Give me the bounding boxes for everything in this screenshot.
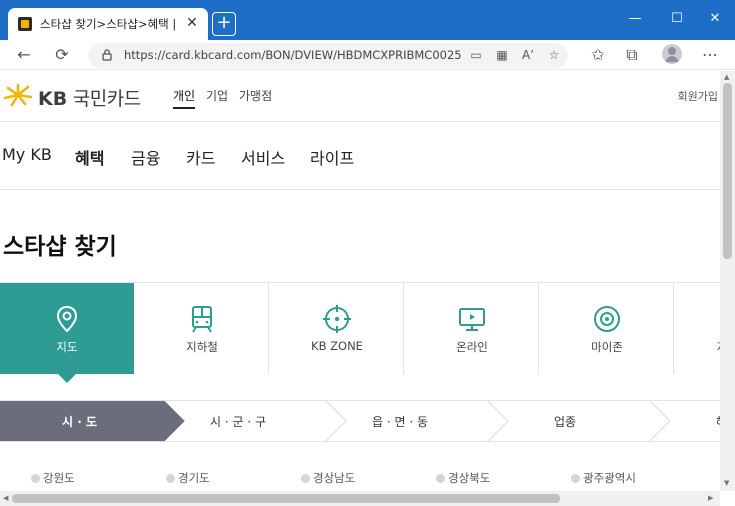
tab-close-icon[interactable]: ✕ bbox=[182, 13, 202, 33]
region-option-gyeonggi[interactable]: 경기도 bbox=[166, 470, 210, 486]
step-business-type-label: 업종 bbox=[554, 415, 577, 429]
qr-code-icon[interactable]: ▦ bbox=[494, 46, 510, 64]
favorites-icon[interactable]: ✩ bbox=[586, 43, 610, 67]
horizontal-scroll-thumb[interactable] bbox=[12, 494, 560, 503]
scroll-right-icon[interactable]: ▶ bbox=[708, 494, 713, 502]
segment-merchant[interactable]: 가맹점 bbox=[239, 87, 272, 104]
page-title: 스타샵 찾기 bbox=[3, 234, 117, 260]
location-step-navigator: 시 · 도 시 · 군 · 구 읍 · 면 · 동 업종 혜 bbox=[0, 400, 720, 442]
step-city[interactable]: 시 · 군 · 구 bbox=[184, 400, 325, 442]
segment-personal[interactable]: 개인 bbox=[173, 87, 196, 109]
vertical-scroll-thumb[interactable] bbox=[723, 83, 732, 259]
menu-my-kb[interactable]: My KB bbox=[2, 145, 52, 164]
read-aloud-icon[interactable]: Aʼ bbox=[520, 46, 536, 64]
segment-business[interactable]: 기업 bbox=[206, 87, 228, 104]
tab-more[interactable]: 지 bbox=[675, 283, 720, 374]
new-tab-button[interactable]: + bbox=[212, 12, 236, 36]
step-province-label: 시 · 도 bbox=[62, 415, 97, 429]
scroll-left-icon[interactable]: ◀ bbox=[3, 494, 8, 502]
browser-toolbar: ← ⟳ https://card.kbcard.com/BON/DVIEW/HB… bbox=[0, 40, 735, 70]
step-business-type[interactable]: 업종 bbox=[508, 400, 649, 442]
subway-icon bbox=[192, 306, 212, 333]
tab-kb-zone-label: KB ZONE bbox=[311, 339, 363, 353]
tab-my-zone-label: 마이존 bbox=[591, 340, 623, 354]
tab-my-zone[interactable]: 마이존 bbox=[540, 283, 674, 374]
region-option-gyeongbuk[interactable]: 경상북도 bbox=[436, 470, 490, 486]
add-favorite-icon[interactable]: ☆ bbox=[546, 46, 562, 64]
tab-map[interactable]: 지도 bbox=[0, 283, 134, 383]
step-benefit[interactable]: 혜 bbox=[670, 400, 720, 442]
close-window-button[interactable]: ✕ bbox=[700, 8, 730, 30]
menu-finance[interactable]: 금융 bbox=[131, 145, 160, 169]
scroll-down-icon[interactable]: ▼ bbox=[724, 479, 729, 487]
refresh-icon[interactable]: ⟳ bbox=[50, 43, 74, 67]
tab-more-label: 지 bbox=[655, 339, 720, 355]
scroll-up-icon[interactable]: ▲ bbox=[724, 73, 729, 81]
search-category-tabs: 지도 지하철 KB ZONE 온라인 마이존 bbox=[0, 282, 720, 383]
kb-favicon-icon bbox=[18, 17, 32, 31]
browser-tab[interactable]: 스타샵 찾기>스타샵>혜택 | 국민카드 ✕ bbox=[8, 8, 208, 40]
web-page: KB 국민카드 개인 기업 가맹점 회원가입 My KB 혜택 금융 카드 서비… bbox=[0, 71, 720, 491]
horizontal-scrollbar[interactable]: ◀ ▶ bbox=[0, 491, 720, 506]
maximize-button[interactable]: ☐ bbox=[662, 8, 692, 30]
tab-online[interactable]: 온라인 bbox=[405, 283, 539, 374]
map-pin-icon bbox=[56, 305, 78, 333]
menu-life[interactable]: 라이프 bbox=[310, 145, 354, 169]
menu-service[interactable]: 서비스 bbox=[241, 145, 285, 169]
step-province[interactable]: 시 · 도 bbox=[0, 400, 163, 442]
lock-icon bbox=[102, 49, 112, 61]
tab-title: 스타샵 찾기>스타샵>혜택 | 국민카드 bbox=[40, 17, 180, 31]
collections-icon[interactable]: ⧉ bbox=[620, 43, 644, 67]
step-town-label: 읍 · 면 · 동 bbox=[372, 415, 429, 429]
browser-titlebar: 스타샵 찾기>스타샵>혜택 | 국민카드 ✕ + — ☐ ✕ bbox=[0, 0, 735, 40]
region-option-gyeongnam[interactable]: 경상남도 bbox=[301, 470, 355, 486]
tab-online-label: 온라인 bbox=[456, 340, 488, 354]
main-menu: My KB 혜택 금융 카드 서비스 라이프 bbox=[0, 123, 720, 190]
target-icon bbox=[323, 305, 351, 333]
menu-card[interactable]: 카드 bbox=[186, 145, 215, 169]
region-option-gwangju[interactable]: 광주광역시 bbox=[571, 470, 636, 486]
step-city-label: 시 · 군 · 구 bbox=[210, 415, 267, 429]
more-options-icon[interactable]: ⋯ bbox=[698, 43, 722, 67]
minimize-button[interactable]: — bbox=[620, 8, 650, 30]
url-text: https://card.kbcard.com/BON/DVIEW/HBDMCX… bbox=[124, 48, 462, 62]
my-zone-icon bbox=[594, 306, 620, 332]
kb-star-logo-icon[interactable] bbox=[2, 83, 34, 107]
signup-link[interactable]: 회원가입 bbox=[678, 88, 718, 104]
menu-benefits[interactable]: 혜택 bbox=[72, 145, 107, 169]
tab-map-label: 지도 bbox=[56, 340, 78, 354]
step-town[interactable]: 읍 · 면 · 동 bbox=[346, 400, 487, 442]
monitor-icon bbox=[459, 308, 485, 331]
kb-card-logo[interactable]: KB 국민카드 bbox=[38, 84, 141, 111]
region-radio-list: 강원도 경기도 경상남도 경상북도 광주광역시 bbox=[0, 466, 720, 490]
tab-subway-label: 지하철 bbox=[186, 340, 218, 354]
tab-subway[interactable]: 지하철 bbox=[135, 283, 269, 374]
region-option-gangwon[interactable]: 강원도 bbox=[31, 470, 75, 486]
tab-kb-zone[interactable]: KB ZONE bbox=[270, 283, 404, 374]
top-navigation: KB 국민카드 개인 기업 가맹점 회원가입 bbox=[0, 71, 720, 122]
back-arrow-icon[interactable]: ← bbox=[12, 43, 36, 67]
address-bar[interactable]: https://card.kbcard.com/BON/DVIEW/HBDMCX… bbox=[88, 43, 568, 68]
app-available-icon[interactable]: ▭ bbox=[468, 46, 484, 64]
profile-avatar[interactable] bbox=[662, 44, 682, 64]
vertical-scrollbar[interactable]: ▲ ▼ bbox=[720, 71, 735, 491]
